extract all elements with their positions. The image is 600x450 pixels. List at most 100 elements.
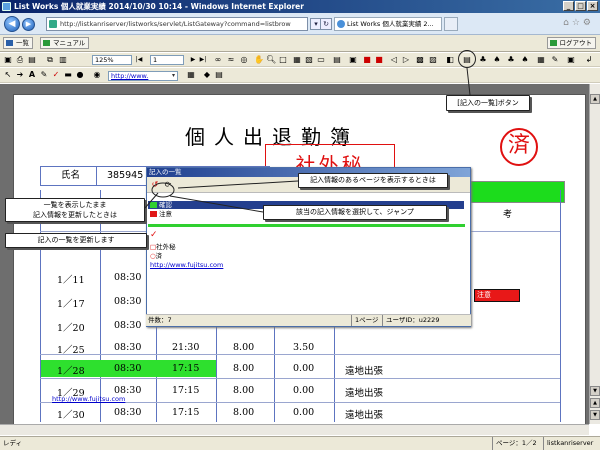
select-rect-icon[interactable]: □ <box>278 55 288 65</box>
url-input[interactable]: http://listkanriserver/listworks/servlet… <box>46 17 308 31</box>
page-number-input[interactable]: 1 <box>150 55 184 65</box>
nav-right-icon[interactable]: ▷ <box>401 55 411 65</box>
link-dropdown-icon[interactable]: ▾ <box>172 72 175 79</box>
page-down-icon[interactable]: ▼ <box>590 410 600 420</box>
text-icon[interactable]: A <box>27 70 37 80</box>
logout-button-label: ログアウト <box>559 39 593 47</box>
first-page-icon[interactable]: |◀ <box>134 55 144 65</box>
link-icon[interactable]: ∞ <box>213 55 223 65</box>
nav-left-icon[interactable]: ◁ <box>389 55 399 65</box>
overtime-cell: 3.50 <box>293 342 315 353</box>
page-up-icon[interactable]: ▲ <box>590 398 600 408</box>
date-cell: 1／11 <box>57 275 85 286</box>
done-stamp[interactable]: 済 <box>500 128 538 166</box>
new-tab-button[interactable] <box>444 17 458 31</box>
magnify-icon[interactable]: 🔍︎ <box>266 55 276 65</box>
time-in-cell: 08:30 <box>114 342 142 353</box>
caution-mark[interactable]: 注意 <box>474 289 520 302</box>
popup-stamp-done[interactable]: ○済 <box>150 250 162 260</box>
print-preview-icon[interactable]: ▤ <box>27 55 37 65</box>
close-button[interactable]: × <box>587 1 598 11</box>
annot-icon-a[interactable]: ◆ <box>202 70 212 80</box>
tool-icon-h[interactable]: ▦ <box>536 55 546 65</box>
time-in-cell: 08:30 <box>114 320 142 331</box>
manual-button[interactable]: マニュアル <box>40 37 90 49</box>
refresh-icon[interactable]: ↻ <box>320 18 332 30</box>
time-out-cell: 17:15 <box>172 385 200 396</box>
list-icon <box>6 40 13 46</box>
callout-update-list: 記入の一覧を更新します <box>5 233 147 248</box>
logout-button[interactable]: ログアウト <box>546 37 596 49</box>
arrow-icon[interactable]: ➔ <box>15 70 25 80</box>
layout-icon-4[interactable]: ▤ <box>332 55 342 65</box>
tool-icon-b[interactable]: ▨ <box>428 55 438 65</box>
tool-icon-k[interactable]: ↲ <box>584 55 594 65</box>
pointer-icon[interactable]: ↖ <box>3 70 13 80</box>
home-star-gear-icons[interactable]: ⌂☆⚙ <box>563 18 594 28</box>
next-page-icon[interactable]: ▶ <box>188 55 198 65</box>
vertical-scrollbar[interactable]: ▲ ▼ ▲ ▼ <box>589 84 600 424</box>
popup-user-id: ユーザID：u2229 <box>382 315 439 326</box>
annot-icon-b[interactable]: ▤ <box>214 70 224 80</box>
pen-icon[interactable]: ✎ <box>39 70 49 80</box>
time-out-cell: 21:30 <box>172 342 200 353</box>
popup-refresh-icon[interactable]: ⟳ <box>163 180 173 190</box>
horizontal-scrollbar[interactable] <box>0 424 589 435</box>
back-arrow-icon[interactable]: ◀ <box>4 16 20 32</box>
time-in-cell: 08:30 <box>114 363 142 374</box>
tool-icon-c[interactable]: ◧ <box>445 55 455 65</box>
minimize-button[interactable]: _ <box>563 1 574 11</box>
date-cell: 1／20 <box>57 323 85 334</box>
check-icon[interactable]: ✓ <box>51 70 61 80</box>
popup-link-item[interactable]: http://www.fujitsu.com <box>150 261 223 269</box>
tab-listworks[interactable]: List Works 個人就業実績 2... <box>334 17 442 31</box>
view-icon-1[interactable]: ▣ <box>348 55 358 65</box>
print-icon[interactable]: ⎙ <box>15 55 25 65</box>
check-mark-icon[interactable]: ✓ <box>150 230 158 240</box>
callout-update-keep-text: 一覧を表示したまま 記入情報を更新したときは <box>33 201 117 219</box>
tool-icon-j[interactable]: ▣ <box>566 55 576 65</box>
layout-icon-3[interactable]: ▭ <box>316 55 326 65</box>
entry-item-label: 注意 <box>159 210 172 218</box>
scroll-up-icon[interactable]: ▲ <box>590 94 600 104</box>
save-icon[interactable]: ▣ <box>3 55 13 65</box>
date-cell: 1／17 <box>57 299 85 310</box>
time-in-cell: 08:30 <box>114 407 142 418</box>
layout-icon-1[interactable]: ▦ <box>292 55 302 65</box>
toolbar-main: ▣ ⎙ ▤ ⧉ ▥ 125% |◀ 1 ▶ ▶| ∞ ≈ ◎ ✋ 🔍︎ □ ▦ … <box>0 53 600 67</box>
link-url-input[interactable]: http://www. <box>108 71 178 81</box>
tool-icon-a[interactable]: ▩ <box>415 55 425 65</box>
tool-icon-g[interactable]: ♠ <box>520 55 530 65</box>
tool-icon-d[interactable]: ♣ <box>478 55 488 65</box>
tool-icon-i[interactable]: ✎ <box>550 55 560 65</box>
green-square-icon <box>150 202 157 208</box>
tool-icon-f[interactable]: ♣ <box>506 55 516 65</box>
hand-icon[interactable]: ✋ <box>254 55 264 65</box>
date-cell: 1／28 <box>57 366 85 377</box>
maximize-button[interactable]: □ <box>575 1 586 11</box>
color-icon[interactable]: ● <box>75 70 85 80</box>
marker-icon[interactable]: ▬ <box>63 70 73 80</box>
copy-icon[interactable]: ⧉ <box>45 55 55 65</box>
popup-jump-icon[interactable]: ↺ <box>150 180 160 190</box>
view-icon-2[interactable]: ■ <box>362 55 372 65</box>
highlight-icon[interactable]: ≈ <box>226 55 236 65</box>
globe-icon[interactable]: ◉ <box>92 70 102 80</box>
stamp-icon[interactable]: ◎ <box>239 55 249 65</box>
scroll-down-icon[interactable]: ▼ <box>590 386 600 396</box>
last-page-icon[interactable]: ▶| <box>198 55 208 65</box>
list-button[interactable]: 一覧 <box>3 37 33 49</box>
tool-icon-e[interactable]: ♠ <box>492 55 502 65</box>
address-bar: ◀ ▶ http://listkanriserver/listworks/ser… <box>0 13 600 35</box>
forward-arrow-icon[interactable]: ▶ <box>22 18 35 31</box>
paste-icon[interactable]: ▥ <box>58 55 68 65</box>
document-link[interactable]: http://www.fujitsu.com <box>52 395 125 403</box>
attach-icon[interactable]: ▦ <box>186 70 196 80</box>
zoom-select[interactable]: 125% <box>92 55 132 65</box>
note-cell: 遠地出張 <box>345 410 384 421</box>
view-icon-3[interactable]: ■ <box>374 55 384 65</box>
layout-icon-2[interactable]: ▧ <box>304 55 314 65</box>
hours-cell: 8.00 <box>233 342 255 353</box>
note-cell: 遠地出張 <box>345 366 384 377</box>
popup-green-entry[interactable] <box>148 224 465 227</box>
